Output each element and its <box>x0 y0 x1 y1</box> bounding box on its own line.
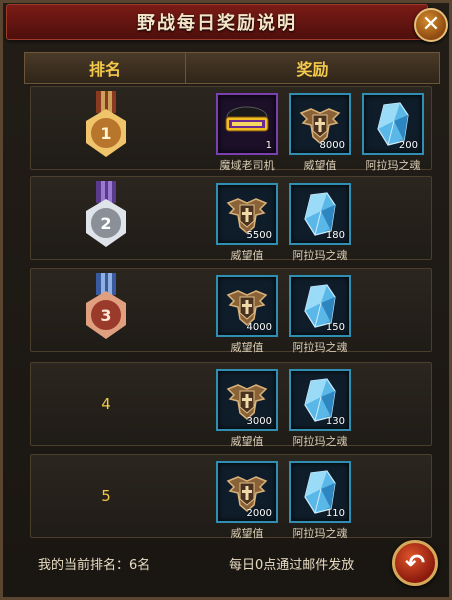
reward-count: 200 <box>398 140 418 151</box>
table-header: 排名 奖励 <box>24 52 440 84</box>
reward-header: 奖励 <box>296 60 329 79</box>
reward-count: 3000 <box>246 416 272 427</box>
reward-item[interactable]: 1 魔域老司机 <box>216 93 278 173</box>
reward-slot[interactable]: 2000 <box>216 461 278 523</box>
reward-name: 阿拉玛之魂 <box>365 159 421 172</box>
reward-slot[interactable]: 180 <box>289 183 351 245</box>
rank-cell: 4 <box>31 363 181 445</box>
reward-name: 魔域老司机 <box>219 159 275 172</box>
reward-name: 阿拉玛之魂 <box>292 341 348 354</box>
reward-item[interactable]: 110 阿拉玛之魂 <box>289 461 351 541</box>
reward-name: 阿拉玛之魂 <box>292 435 348 448</box>
reward-count: 1 <box>265 140 272 151</box>
reward-row-rank-3: 3 4000 威望值 150 阿拉玛之魂 <box>30 268 432 355</box>
reward-item[interactable]: 180 阿拉玛之魂 <box>289 183 351 263</box>
rank-number: 5 <box>101 487 111 505</box>
reward-count: 150 <box>325 322 345 333</box>
reward-count: 130 <box>325 416 345 427</box>
reward-slot[interactable]: 1 <box>216 93 278 155</box>
rank-header: 排名 <box>25 53 186 83</box>
reward-slot[interactable]: 150 <box>289 275 351 337</box>
reward-item[interactable]: 5500 威望值 <box>216 183 278 263</box>
reward-list: 3000 威望值 130 阿拉玛之魂 <box>216 369 351 449</box>
reward-item[interactable]: 8000 威望值 <box>289 93 351 173</box>
reward-count: 5500 <box>246 230 272 241</box>
close-icon: ✕ <box>421 12 441 37</box>
bronze-medal-icon: 3 <box>81 273 131 347</box>
current-rank-text: 我的当前排名：6名 <box>38 558 151 573</box>
svg-text:3: 3 <box>100 306 111 325</box>
gold-medal-icon: 1 <box>81 91 131 165</box>
silver-medal-icon: 2 <box>81 181 131 255</box>
reward-name: 威望值 <box>303 159 337 172</box>
reward-list: 5500 威望值 180 阿拉玛之魂 <box>216 183 351 263</box>
rank-cell: 3 <box>31 269 181 351</box>
svg-text:2: 2 <box>100 214 111 233</box>
reward-row-rank-1: 1 1 魔域老司机 8000 威望值 200 阿拉玛之魂 <box>30 86 432 173</box>
reward-name: 威望值 <box>230 341 264 354</box>
svg-text:1: 1 <box>100 124 111 143</box>
reward-name: 阿拉玛之魂 <box>292 527 348 540</box>
reward-slot[interactable]: 130 <box>289 369 351 431</box>
reward-slot[interactable]: 8000 <box>289 93 351 155</box>
reward-item[interactable]: 3000 威望值 <box>216 369 278 449</box>
reward-row-rank-2: 2 5500 威望值 180 阿拉玛之魂 <box>30 176 432 263</box>
rank-number: 4 <box>101 395 111 413</box>
reward-slot[interactable]: 4000 <box>216 275 278 337</box>
back-arrow-icon: ↶ <box>404 549 426 577</box>
reward-slot[interactable]: 110 <box>289 461 351 523</box>
reward-item[interactable]: 130 阿拉玛之魂 <box>289 369 351 449</box>
reward-count: 2000 <box>246 508 272 519</box>
reward-count: 4000 <box>246 322 272 333</box>
reward-item[interactable]: 4000 威望值 <box>216 275 278 355</box>
rank-cell: 1 <box>31 87 181 169</box>
reward-count: 180 <box>325 230 345 241</box>
reward-list: 1 魔域老司机 8000 威望值 200 阿拉玛之魂 <box>216 93 424 173</box>
reward-item[interactable]: 2000 威望值 <box>216 461 278 541</box>
reward-list: 4000 威望值 150 阿拉玛之魂 <box>216 275 351 355</box>
reward-slot[interactable]: 5500 <box>216 183 278 245</box>
mail-note-text: 每日0点通过邮件发放 <box>229 558 355 573</box>
reward-count: 8000 <box>319 140 345 151</box>
reward-item[interactable]: 200 阿拉玛之魂 <box>362 93 424 173</box>
window-title: 野战每日奖励说明 <box>137 13 297 34</box>
reward-slot[interactable]: 3000 <box>216 369 278 431</box>
reward-count: 110 <box>325 508 345 519</box>
reward-name: 威望值 <box>230 527 264 540</box>
reward-name: 威望值 <box>230 435 264 448</box>
rank-cell: 5 <box>31 455 181 537</box>
reward-name: 威望值 <box>230 249 264 262</box>
title-bar: 野战每日奖励说明 <box>6 4 428 40</box>
back-button[interactable]: ↶ <box>392 540 438 586</box>
reward-item[interactable]: 150 阿拉玛之魂 <box>289 275 351 355</box>
reward-row-rank-5: 5 2000 威望值 110 阿拉玛之魂 <box>30 454 432 541</box>
reward-list: 2000 威望值 110 阿拉玛之魂 <box>216 461 351 541</box>
rank-cell: 2 <box>31 177 181 259</box>
reward-slot[interactable]: 200 <box>362 93 424 155</box>
reward-row-rank-4: 4 3000 威望值 130 阿拉玛之魂 <box>30 362 432 449</box>
reward-name: 阿拉玛之魂 <box>292 249 348 262</box>
close-button[interactable]: ✕ <box>414 8 448 42</box>
